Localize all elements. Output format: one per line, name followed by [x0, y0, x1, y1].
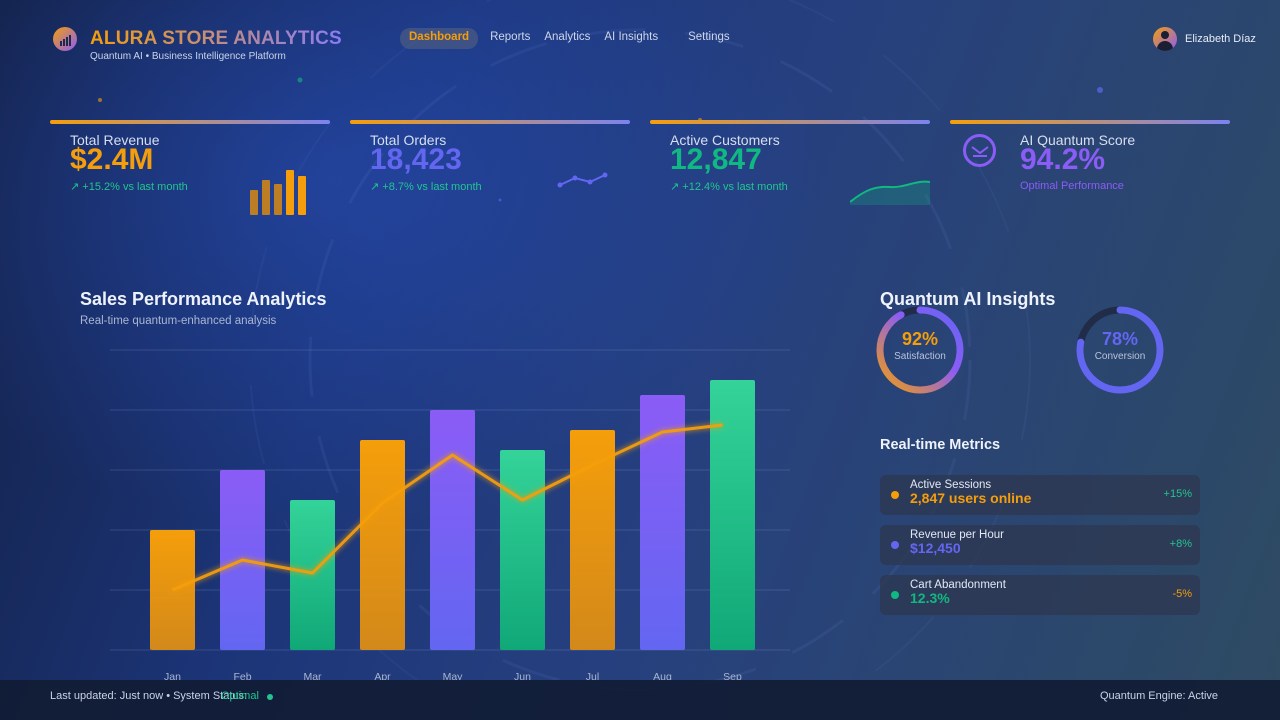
- nav-dashboard[interactable]: Dashboard: [400, 28, 479, 49]
- quantum-score-status: Optimal Performance: [1020, 180, 1124, 192]
- sales-chart-subtitle: Real-time quantum-enhanced analysis: [80, 315, 277, 327]
- user-name: Elizabeth Díaz: [1185, 33, 1256, 45]
- nav-analytics[interactable]: Analytics: [537, 28, 597, 49]
- status-indicator-dot: [267, 694, 273, 700]
- sales-chart-title: Sales Performance Analytics: [80, 289, 327, 309]
- satisfaction-label: Satisfaction: [894, 351, 946, 362]
- realtime-title: Real-time Metrics: [880, 437, 1001, 453]
- metric-cart-abandonment[interactable]: Cart Abandonment 12.3% -5%: [880, 575, 1200, 615]
- orders-sparkline: [557, 172, 608, 188]
- conversion-label: Conversion: [1094, 351, 1146, 362]
- last-updated-text: Last updated: Just now • System Status:: [50, 690, 248, 702]
- metric-value: $12,450: [910, 540, 961, 556]
- card-accent-bar: [50, 120, 330, 124]
- revenue-value: $2.4M: [70, 143, 154, 176]
- metric-value: 2,847 users online: [910, 490, 1032, 506]
- bar-jun[interactable]: [500, 450, 545, 650]
- sales-chart: Jan Feb Mar Apr May Jun Jul Aug Sep: [110, 349, 790, 680]
- x-tick-label: Jul: [586, 671, 599, 680]
- bar-mar[interactable]: [290, 500, 335, 650]
- bar-jul[interactable]: [570, 430, 615, 650]
- logo-icon: [53, 27, 77, 51]
- quantum-engine-status: Quantum Engine: Active: [1100, 690, 1219, 702]
- metric-active-sessions[interactable]: Active Sessions 2,847 users online +15%: [880, 475, 1200, 515]
- x-tick-label: Sep: [723, 671, 742, 680]
- x-tick-label: Jan: [164, 671, 181, 680]
- bar-may[interactable]: [430, 410, 475, 650]
- conversion-pct: 78%: [1101, 329, 1139, 349]
- satisfaction-ring: [876, 306, 964, 394]
- metric-value: 12.3%: [910, 590, 950, 606]
- customers-sparkarea: [850, 180, 930, 205]
- x-tick-label: Mar: [303, 671, 322, 680]
- nav-settings[interactable]: Settings: [681, 28, 737, 49]
- card-accent-bar: [950, 120, 1230, 124]
- status-dot: [891, 591, 899, 599]
- card-accent-bar: [650, 120, 930, 124]
- nav-reports[interactable]: Reports: [483, 28, 537, 49]
- quantum-score-icon: [963, 134, 996, 167]
- nav-ai-insights[interactable]: AI Insights: [597, 28, 665, 49]
- metric-delta: -5%: [1172, 588, 1192, 600]
- status-dot: [891, 491, 899, 499]
- satisfaction-pct: 92%: [901, 329, 939, 349]
- brand-title: ALURA STORE ANALYTICS: [90, 28, 342, 49]
- system-status: Optimal: [221, 690, 259, 702]
- metric-revenue-per-hour[interactable]: Revenue per Hour $12,450 +8%: [880, 525, 1200, 565]
- conversion-ring: [1076, 306, 1164, 394]
- x-tick-label: Jun: [514, 671, 531, 680]
- orders-value: 18,423: [370, 143, 462, 176]
- quantum-score-value: 94.2%: [1020, 143, 1106, 176]
- customers-delta: ↗ +12.4% vs last month: [670, 181, 788, 193]
- x-tick-label: Apr: [374, 671, 391, 680]
- x-tick-label: May: [443, 671, 464, 680]
- ring-progress: [876, 306, 964, 394]
- metric-delta: +15%: [1163, 488, 1192, 500]
- status-dot: [891, 541, 899, 549]
- x-tick-label: Aug: [653, 671, 672, 680]
- user-avatar[interactable]: [1153, 27, 1177, 51]
- orders-delta: ↗ +8.7% vs last month: [370, 181, 482, 193]
- card-accent-bar: [350, 120, 630, 124]
- bar-apr[interactable]: [360, 440, 405, 650]
- customers-value: 12,847: [670, 143, 762, 176]
- brand-tagline: Quantum AI • Business Intelligence Platf…: [90, 51, 286, 62]
- revenue-delta: ↗ +15.2% vs last month: [70, 181, 188, 193]
- revenue-sparkbars: [250, 170, 306, 215]
- main-nav: Dashboard Reports Analytics AI Insights …: [400, 28, 737, 49]
- x-tick-label: Feb: [233, 671, 251, 680]
- bar-sep[interactable]: [710, 380, 755, 650]
- metric-delta: +8%: [1169, 538, 1192, 550]
